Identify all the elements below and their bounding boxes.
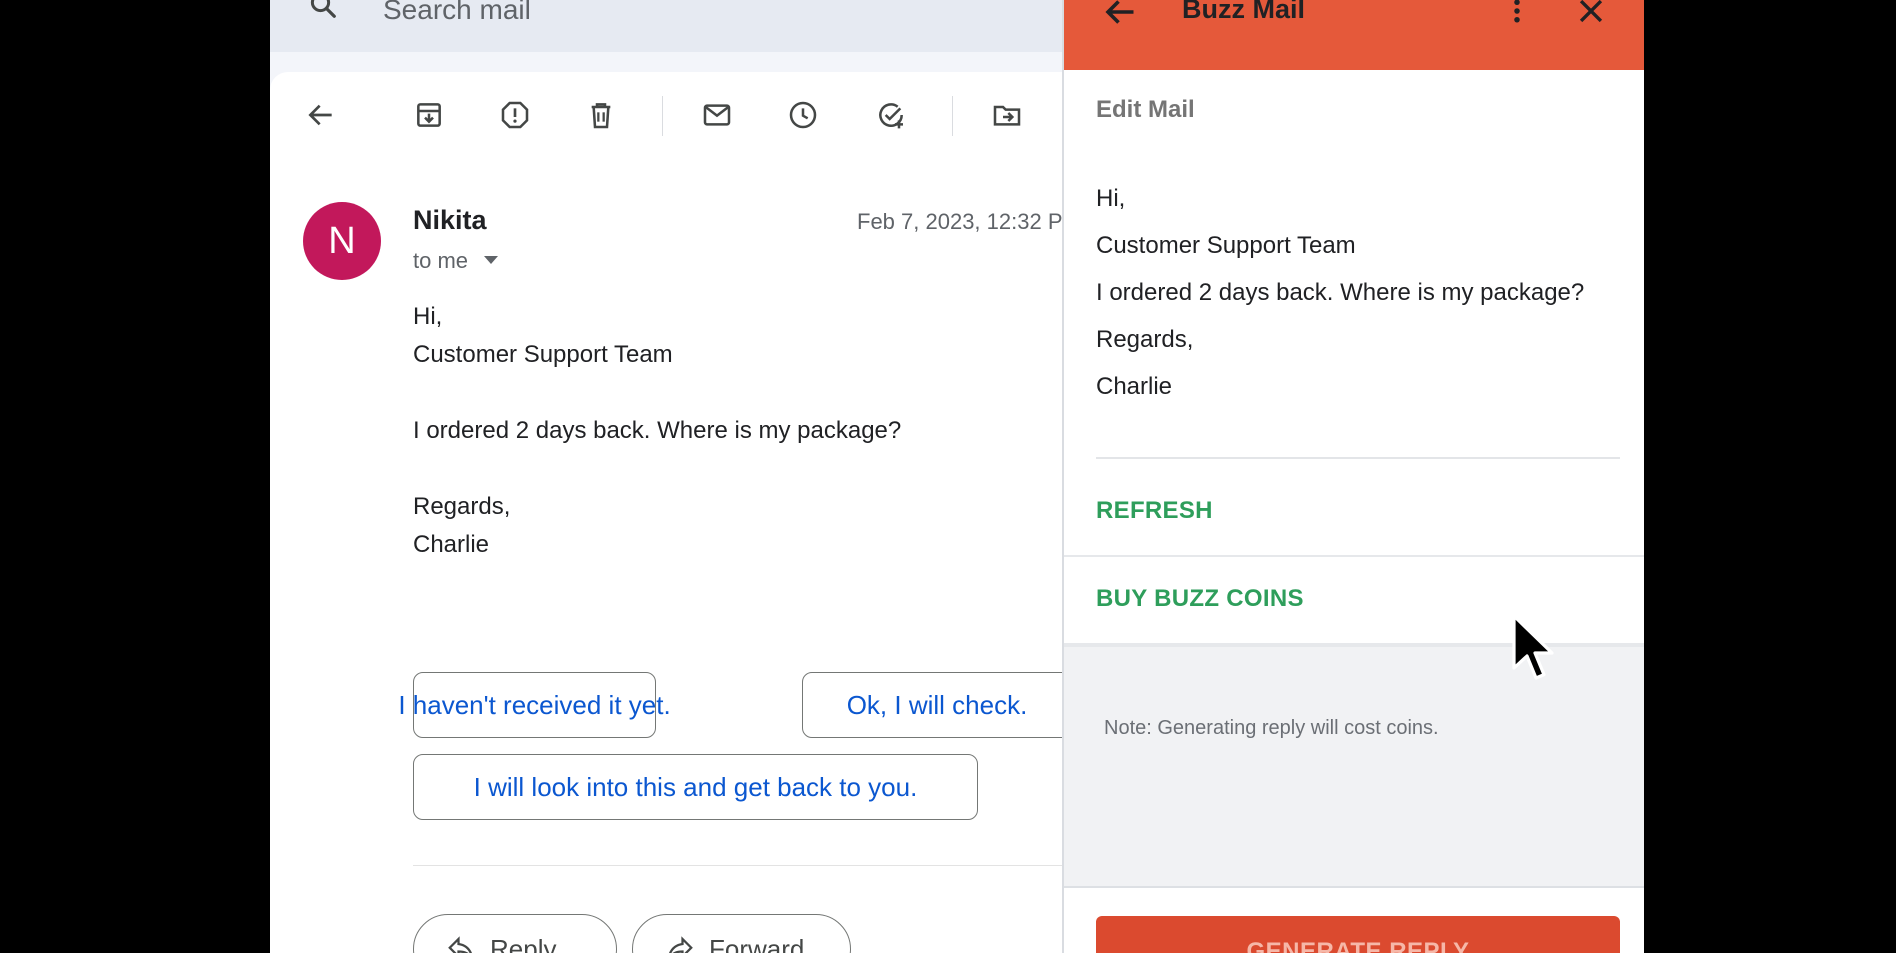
chevron-down-icon[interactable] — [484, 256, 498, 264]
smart-reply-chip[interactable]: Ok, I will check. — [802, 672, 1063, 738]
message-body-line: Regards, — [413, 493, 511, 520]
message-body-line: I ordered 2 days back. Where is my packa… — [413, 417, 902, 444]
edit-mail-line[interactable]: I ordered 2 days back. Where is my packa… — [1096, 279, 1584, 307]
message-body-line: Hi, — [413, 303, 443, 330]
buy-buzz-coins-label: BUY BUZZ COINS — [1096, 585, 1304, 612]
smart-reply-chip[interactable]: I will look into this and get back to yo… — [413, 754, 978, 820]
smart-reply-chip[interactable]: I haven't received it yet. — [398, 672, 671, 738]
recipient-label: to me — [413, 248, 469, 273]
refresh-label: REFRESH — [1096, 497, 1213, 524]
forward-icon — [669, 936, 693, 953]
reply-button[interactable]: Reply — [413, 914, 617, 953]
message-body-line: Charlie — [413, 531, 490, 558]
move-to-icon[interactable] — [990, 98, 1024, 132]
reply-label: Reply — [490, 933, 557, 953]
reply-icon — [448, 936, 472, 953]
search-icon[interactable] — [308, 0, 338, 20]
edit-mail-line[interactable]: Regards, — [1096, 326, 1193, 354]
generate-reply-button[interactable]: GENERATE REPLY — [1096, 916, 1620, 953]
edit-mail-line[interactable]: Customer Support Team — [1096, 232, 1356, 260]
mark-unread-icon[interactable] — [700, 98, 734, 132]
buzz-header: Buzz Mail — [1064, 0, 1644, 70]
buy-buzz-coins-button[interactable]: BUY BUZZ COINS — [1064, 557, 1644, 645]
edit-mail-label: Edit Mail — [1096, 96, 1195, 123]
avatar[interactable]: N — [303, 202, 381, 280]
archive-icon[interactable] — [412, 98, 446, 132]
forward-label: Forward — [709, 933, 805, 953]
delete-icon[interactable] — [584, 98, 618, 132]
back-arrow-icon[interactable] — [1102, 0, 1138, 30]
report-spam-icon[interactable] — [498, 98, 532, 132]
add-task-icon[interactable] — [874, 98, 908, 132]
snooze-icon[interactable] — [786, 98, 820, 132]
toolbar-separator — [662, 96, 663, 136]
refresh-button[interactable]: REFRESH — [1064, 469, 1644, 557]
more-vert-icon[interactable] — [1502, 0, 1532, 26]
message-body-line: Customer Support Team — [413, 341, 673, 368]
note-area: Note: Generating reply will cost coins. — [1064, 645, 1644, 888]
mouse-cursor-icon — [1512, 614, 1554, 680]
buzz-mail-panel: Buzz Mail Edit Mail Hi, Customer Support… — [1062, 0, 1644, 953]
forward-button[interactable]: Forward — [632, 914, 851, 953]
edit-mail-line[interactable]: Charlie — [1096, 373, 1172, 401]
edit-mail-line[interactable]: Hi, — [1096, 185, 1125, 213]
buzz-title: Buzz Mail — [1182, 0, 1306, 24]
search-input[interactable]: Search mail — [383, 0, 531, 26]
cost-note: Note: Generating reply will cost coins. — [1104, 717, 1439, 739]
toolbar-separator — [952, 96, 953, 136]
divider — [1096, 457, 1620, 459]
message-card — [270, 72, 1063, 953]
back-arrow-icon[interactable] — [304, 98, 338, 132]
gmail-pane: Search mail N Nikita Feb 7, 2023, 12:32 … — [270, 0, 1063, 953]
sender-name[interactable]: Nikita — [413, 205, 487, 236]
divider — [413, 865, 1063, 866]
close-icon[interactable] — [1574, 0, 1608, 28]
search-bar[interactable]: Search mail — [270, 0, 1063, 52]
message-date: Feb 7, 2023, 12:32 P — [857, 209, 1063, 234]
